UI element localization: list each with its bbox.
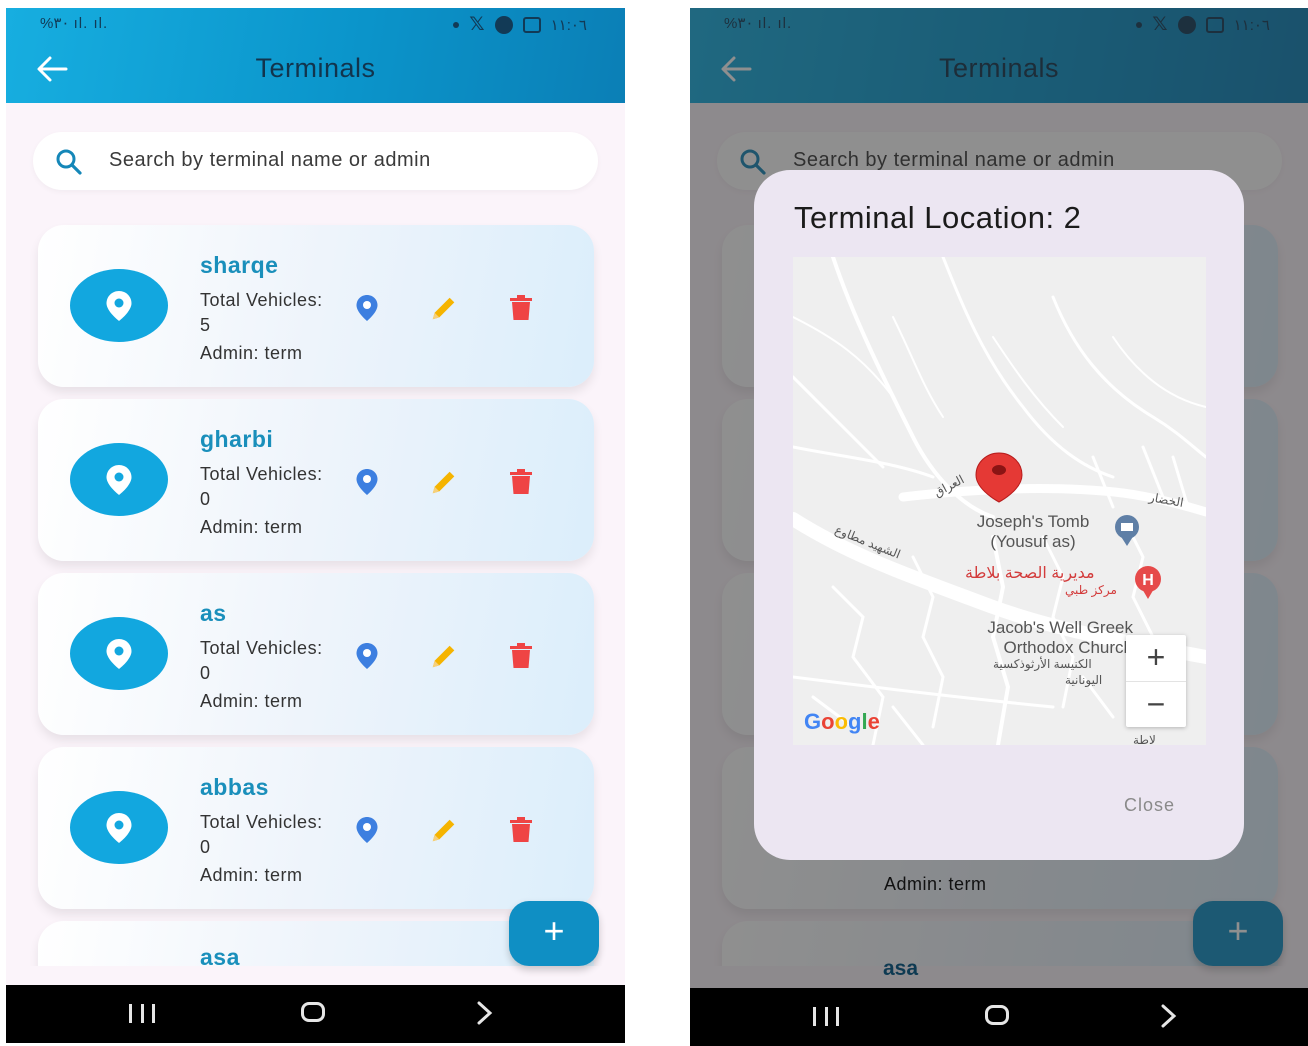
home-icon[interactable] bbox=[301, 1002, 325, 1022]
system-nav-bar bbox=[6, 985, 625, 1043]
home-icon[interactable] bbox=[985, 1005, 1009, 1025]
map-label-josephs-tomb: Joseph's Tomb (Yousuf as) bbox=[953, 512, 1113, 552]
delete-button[interactable] bbox=[506, 641, 536, 671]
recent-apps-icon[interactable] bbox=[129, 1004, 155, 1023]
location-marker-icon bbox=[106, 465, 132, 495]
map-label-line: Jacob's Well Greek bbox=[987, 618, 1133, 637]
pencil-icon bbox=[432, 471, 455, 494]
trash-icon bbox=[510, 643, 532, 668]
terminal-name: gharbi bbox=[200, 426, 274, 452]
edit-button[interactable] bbox=[429, 641, 459, 671]
terminals-screen: %٣٠ ıl. ıl. 𝕏 ١١:٠٦ Terminals sharqe Tot… bbox=[6, 8, 625, 1043]
nav-back-icon[interactable] bbox=[476, 1001, 494, 1025]
map-label-arabic-church: الكنيسة الأرثوذكسية bbox=[993, 657, 1092, 671]
dialog-title: Terminal Location: 2 bbox=[794, 200, 1082, 235]
gallery-icon bbox=[522, 16, 541, 33]
view-location-button[interactable] bbox=[352, 467, 382, 497]
pencil-icon bbox=[432, 819, 455, 842]
search-icon bbox=[56, 149, 82, 175]
pencil-icon bbox=[432, 297, 455, 320]
status-bar: %٣٠ ıl. ıl. 𝕏 ١١:٠٦ bbox=[6, 8, 625, 40]
terminal-avatar bbox=[70, 269, 168, 342]
terminal-name: as bbox=[200, 600, 227, 626]
terminal-avatar bbox=[70, 617, 168, 690]
map-label-medical-center: مركز طبي bbox=[1065, 583, 1117, 597]
terminal-name: sharqe bbox=[200, 252, 279, 278]
terminal-avatar bbox=[70, 443, 168, 516]
view-location-button[interactable] bbox=[352, 293, 382, 323]
terminal-card[interactable]: abbas Total Vehicles: 0 Admin: term bbox=[38, 747, 594, 909]
messenger-icon bbox=[494, 15, 513, 34]
edit-button[interactable] bbox=[429, 815, 459, 845]
recent-apps-icon[interactable] bbox=[813, 1007, 839, 1026]
location-pin-icon bbox=[356, 295, 378, 321]
map-label-arabic-greek: اليونانية bbox=[1065, 673, 1103, 687]
map-zoom-controls: + − bbox=[1126, 635, 1186, 727]
delete-button[interactable] bbox=[506, 815, 536, 845]
status-right: 𝕏 ١١:٠٦ bbox=[453, 13, 587, 36]
map-label-line: (Yousuf as) bbox=[990, 532, 1076, 551]
total-vehicles: Total Vehicles: 5 bbox=[200, 290, 323, 335]
terminal-list[interactable]: sharqe Total Vehicles: 5 Admin: term gha… bbox=[6, 218, 625, 966]
status-time: ١١:٠٦ bbox=[550, 16, 587, 34]
location-marker-icon bbox=[106, 639, 132, 669]
pencil-icon bbox=[432, 645, 455, 668]
system-nav-bar bbox=[690, 988, 1308, 1046]
app-bar: %٣٠ ıl. ıl. 𝕏 ١١:٠٦ Terminals bbox=[6, 8, 625, 103]
search-bar[interactable] bbox=[33, 132, 598, 190]
map-view[interactable]: H Joseph's Tomb (Yousuf as) مديرية الصحة… bbox=[793, 257, 1206, 745]
zoom-in-button[interactable]: + bbox=[1126, 635, 1186, 681]
terminal-admin: Admin: term bbox=[200, 517, 303, 537]
terminal-name: asa bbox=[200, 944, 240, 966]
terminal-card[interactable]: gharbi Total Vehicles: 0 Admin: term bbox=[38, 399, 594, 561]
view-location-button[interactable] bbox=[352, 815, 382, 845]
terminal-location-screen: %٣٠ ıl. ıl. 𝕏 ١١:٠٦ Terminals + Admin: t… bbox=[690, 8, 1308, 1046]
terminal-admin: Admin: term bbox=[200, 865, 303, 885]
terminal-avatar bbox=[70, 791, 168, 864]
svg-text:H: H bbox=[1142, 572, 1154, 589]
plus-icon: + bbox=[543, 910, 565, 951]
location-pin-icon bbox=[356, 643, 378, 669]
x-app-icon: 𝕏 bbox=[469, 14, 485, 35]
total-vehicles: Total Vehicles: 0 bbox=[200, 812, 323, 857]
nav-back-icon[interactable] bbox=[1160, 1004, 1178, 1028]
terminal-card[interactable]: sharqe Total Vehicles: 5 Admin: term bbox=[38, 225, 594, 387]
map-label-line: Joseph's Tomb bbox=[976, 512, 1090, 531]
google-logo: Google bbox=[804, 709, 880, 734]
view-location-button[interactable] bbox=[352, 641, 382, 671]
status-indicators: %٣٠ ıl. ıl. bbox=[40, 15, 109, 32]
map-label-jacobs-well: Jacob's Well Greek Orthodox Church bbox=[913, 618, 1133, 658]
trash-icon bbox=[510, 469, 532, 494]
add-terminal-button[interactable]: + bbox=[509, 901, 599, 966]
terminal-card[interactable]: as Total Vehicles: 0 Admin: term bbox=[38, 573, 594, 735]
edit-button[interactable] bbox=[429, 467, 459, 497]
search-input[interactable] bbox=[109, 149, 579, 172]
location-pin-icon bbox=[356, 469, 378, 495]
map-street-label: لاطة bbox=[1133, 733, 1156, 745]
map-label-health-directorate: مديرية الصحة بلاطة bbox=[965, 565, 1095, 582]
background-terminal-name: asa bbox=[883, 957, 919, 980]
terminal-location-dialog: Terminal Location: 2 H Joseph's Tomb (Yo… bbox=[754, 170, 1244, 860]
location-marker-icon bbox=[106, 291, 132, 321]
edit-button[interactable] bbox=[429, 293, 459, 323]
location-marker-icon bbox=[106, 813, 132, 843]
background-admin-text: Admin: term bbox=[884, 874, 987, 894]
delete-button[interactable] bbox=[506, 293, 536, 323]
trash-icon bbox=[510, 295, 532, 320]
total-vehicles: Total Vehicles: 0 bbox=[200, 464, 323, 509]
map-label-line: Orthodox Church bbox=[1003, 638, 1133, 657]
total-vehicles: Total Vehicles: 0 bbox=[200, 638, 323, 683]
location-pin-icon bbox=[356, 817, 378, 843]
notification-dot-icon bbox=[453, 21, 460, 28]
terminal-admin: Admin: term bbox=[200, 691, 303, 711]
page-title: Terminals bbox=[255, 53, 376, 83]
trash-icon bbox=[510, 817, 532, 842]
terminal-admin: Admin: term bbox=[200, 343, 303, 363]
delete-button[interactable] bbox=[506, 467, 536, 497]
terminal-name: abbas bbox=[200, 774, 269, 800]
close-button[interactable]: Close bbox=[1124, 795, 1175, 816]
zoom-out-button[interactable]: − bbox=[1126, 681, 1186, 727]
